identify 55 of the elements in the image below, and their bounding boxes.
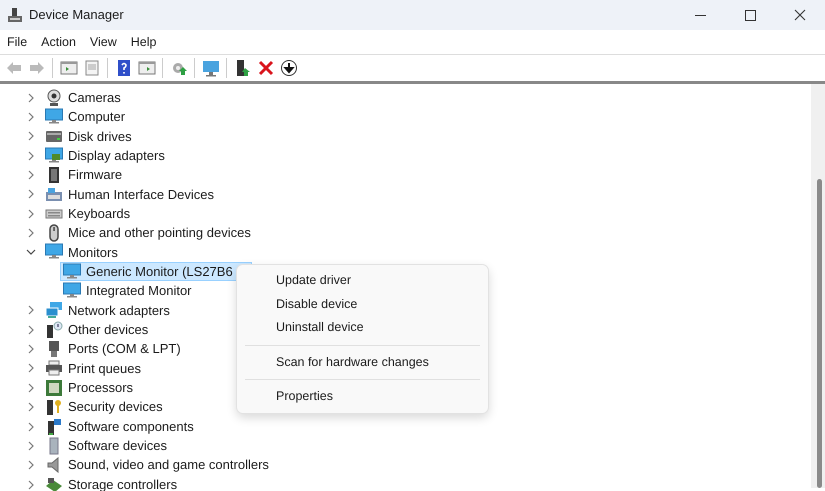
window-icon [60,59,78,77]
monitor-icon [45,243,63,262]
input-device-icon [45,185,63,204]
tree-item[interactable]: Mice and other pointing devices [42,224,254,243]
menu-item[interactable]: Scan for hardware changes [237,350,488,374]
tree-item[interactable]: Network adapters [42,300,173,320]
minimize-icon [694,14,706,16]
printer-icon [45,359,63,378]
maximize-icon [744,10,756,20]
remove-icon [256,59,274,77]
tree-item[interactable]: Print queues [42,358,144,378]
display-adapter-icon [45,146,63,165]
tree-item[interactable]: Disk drives [42,126,135,146]
tree-item[interactable]: Other devices [42,320,152,340]
tree-item[interactable]: Ports (COM & LPT) [42,340,184,359]
unknown-device-icon [45,320,63,339]
tree-item[interactable]: Integrated Monitor [60,282,195,301]
key-icon [45,398,63,416]
processor-icon [45,378,63,397]
controller-icon [45,476,63,491]
menu-item[interactable]: File [0,32,34,52]
menu-item[interactable]: Disable device [237,292,488,316]
tree-item[interactable]: Cameras [42,88,124,108]
tree-item[interactable]: Computer [42,108,128,127]
close-icon [794,9,806,21]
tree-item[interactable]: Monitors [42,242,121,262]
scrollbar[interactable] [811,84,825,488]
app-icon [6,7,22,23]
menu-item[interactable]: Action [34,32,83,52]
monitor-icon [63,262,81,281]
tree-item[interactable]: Security devices [42,398,166,417]
network-icon [45,301,63,320]
tree-item[interactable]: Keyboards [42,204,134,224]
forward-arrow-icon [28,59,46,77]
menu-item[interactable]: Uninstall device [237,316,488,340]
monitor-icon [202,59,220,77]
webcam-icon [45,88,63,107]
document-icon [82,59,100,77]
window-title: Device Manager [29,6,124,24]
tree-item[interactable]: Firmware [42,166,126,185]
tree-item[interactable]: Human Interface Devices [42,184,217,204]
menu-item[interactable]: Properties [237,385,488,408]
tree-item[interactable]: Generic Monitor (LS27B6 [60,262,252,282]
monitor-icon [45,108,63,126]
tree-item[interactable]: Software devices [42,436,170,456]
window-icon [138,59,156,77]
download-icon [280,59,298,77]
menu-item[interactable]: Help [124,32,164,52]
component-icon [45,418,63,436]
tree-item[interactable]: Processors [42,378,136,398]
menu-item[interactable]: View [82,32,124,52]
tree-item[interactable]: Software components [42,417,197,436]
monitor-icon [63,282,81,300]
tree-item[interactable]: Sound, video and game controllers [42,456,272,475]
tree-item[interactable]: Display adapters [42,146,168,166]
